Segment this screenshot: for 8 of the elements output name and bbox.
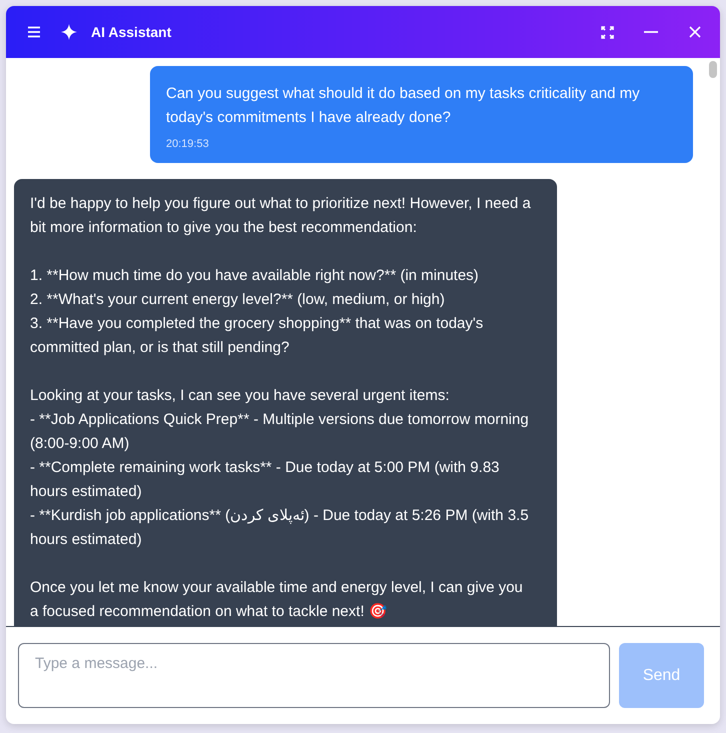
message-text: I'd be happy to help you figure out what to prioritize next! However, I need a bit more information to give you the best recommendation: 1. **How much time do you have available right now?** (in minutes) 2. **What's your current energy level?** (low, medium, or high) 3. **Have you completed the grocery shopping** that was on today's committed plan, or is that still pending? Looking at your tasks, I can see you have several urgent items: - **Job Applications Quick Prep** - Multiple versions due tomorrow morning (8:00-9:00 AM) - **Complete remaining work tasks** - Due today at 5:00 PM (with 9.83 hours estimated) - **Kurdish job applications** (ئەپلای کردن) - Due today at 5:26 PM (with 3.5 hours estimated) Once you let me know your available time and energy level, I can give you a focused recommendation on what to tackle next! 🎯 [30, 194, 531, 622]
scrollbar-thumb[interactable] [709, 61, 717, 78]
expand-icon[interactable] [598, 23, 616, 41]
message-time: 20:19:53 [166, 138, 210, 150]
sparkle-icon [61, 24, 77, 40]
window-title: AI Assistant [91, 24, 172, 40]
message-input[interactable]: Type a message... [18, 643, 610, 708]
message-text: Can you suggest what should it do based on my tasks criticality and my today's commitments I have already done? [166, 84, 641, 128]
